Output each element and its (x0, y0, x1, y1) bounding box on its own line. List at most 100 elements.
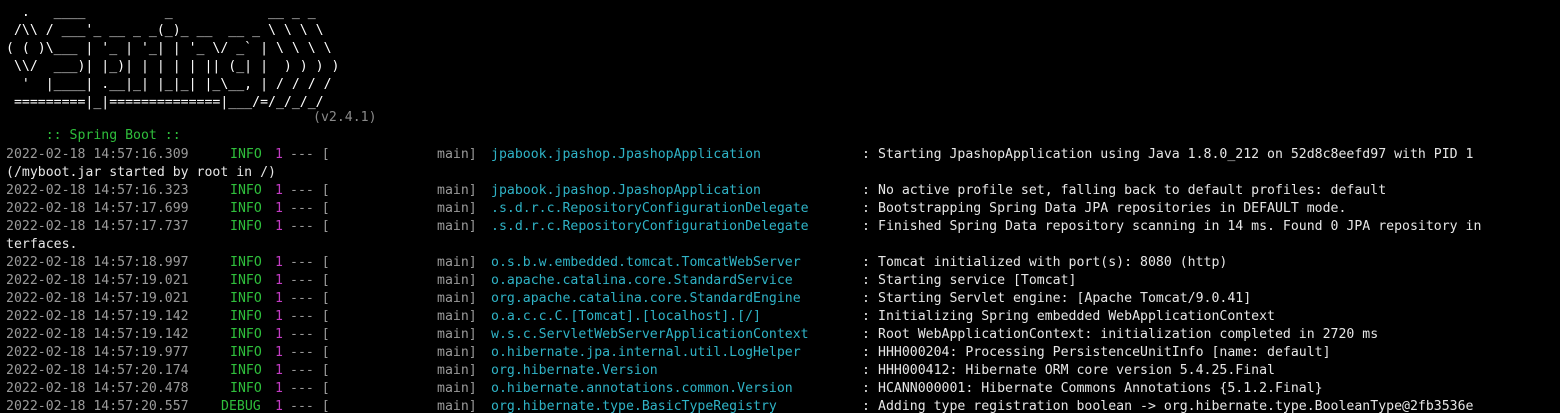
log-thread: main] (437, 345, 477, 360)
log-pid: 1 (275, 255, 283, 270)
log-thread: main] (437, 363, 477, 378)
log-thread: main] (437, 201, 477, 216)
log-logger-name: jpabook.jpashop.JpashopApplication (491, 183, 761, 198)
log-timestamp: 2022-02-18 14:57:16.309 (6, 147, 189, 162)
log-thread: main] (437, 327, 477, 342)
log-logger-name: o.a.c.c.C.[Tomcat].[localhost].[/] (491, 309, 761, 324)
log-timestamp: 2022-02-18 14:57:19.021 (6, 273, 189, 288)
terminal-window[interactable]: . ____ _ __ _ _ /\\ / ___'_ __ _ _(_)_ _… (0, 0, 1560, 413)
log-message: Root WebApplicationContext: initializati… (878, 327, 1379, 342)
log-message: Starting JpashopApplication using Java 1… (878, 147, 1474, 162)
log-colon: : (862, 363, 870, 378)
log-thread: main] (437, 147, 477, 162)
log-timestamp: 2022-02-18 14:57:20.478 (6, 381, 189, 396)
log-logger-name: .s.d.r.c.RepositoryConfigurationDelegate (491, 219, 809, 234)
log-pid: 1 (275, 309, 283, 324)
log-level: INFO (230, 327, 262, 342)
log-line: 2022-02-18 14:57:20.174 INFO 1 --- [main] or… (0, 362, 1560, 380)
log-thread: main] (437, 183, 477, 198)
log-colon: : (862, 147, 870, 162)
log-pid: 1 (275, 147, 283, 162)
log-separator: --- [ (290, 147, 330, 162)
log-colon: : (862, 255, 870, 270)
log-continuation: (/myboot.jar started by root in /) (6, 165, 276, 180)
log-line: (/myboot.jar started by root in /) (0, 164, 1560, 182)
log-line: 2022-02-18 14:57:18.997 INFO 1 --- [main] o.… (0, 254, 1560, 272)
log-line: 2022-02-18 14:57:19.142 INFO 1 --- [ main] w.… (0, 326, 1560, 344)
log-level: INFO (230, 147, 262, 162)
log-message: HHH000204: Processing PersistenceUnitInf… (878, 345, 1331, 360)
log-pid: 1 (275, 219, 283, 234)
log-line: 2022-02-18 14:57:16.323 INFO 1 --- [main] jp… (0, 182, 1560, 200)
log-level: INFO (230, 291, 262, 306)
log-pid: 1 (275, 381, 283, 396)
log-message: Starting service [Tomcat] (878, 273, 1077, 288)
log-separator: --- [ (290, 381, 330, 396)
log-level: INFO (230, 255, 262, 270)
log-colon: : (862, 183, 870, 198)
log-message: Bootstrapping Spring Data JPA repositori… (878, 201, 1347, 216)
log-logger-name: jpabook.jpashop.JpashopApplication (491, 147, 761, 162)
log-pid: 1 (275, 399, 283, 413)
log-thread: main] (437, 381, 477, 396)
log-message: HHH000412: Hibernate ORM core version 5.… (878, 363, 1275, 378)
log-pid: 1 (275, 345, 283, 360)
log-line: 2022-02-18 14:57:17.699 INFO 1 --- [main] .s… (0, 200, 1560, 218)
log-timestamp: 2022-02-18 14:57:20.557 (6, 399, 189, 413)
log-logger-name: org.apache.catalina.core.StandardEngine (491, 291, 801, 306)
log-logger-name: o.s.b.w.embedded.tomcat.TomcatWebServer (491, 255, 801, 270)
log-pid: 1 (275, 363, 283, 378)
log-colon: : (862, 399, 870, 413)
log-message: Tomcat initialized with port(s): 8080 (h… (878, 255, 1228, 270)
log-separator: --- [ (290, 273, 330, 288)
log-colon: : (862, 219, 870, 234)
log-timestamp: 2022-02-18 14:57:16.323 (6, 183, 189, 198)
log-timestamp: 2022-02-18 14:57:17.699 (6, 201, 189, 216)
log-level: INFO (230, 309, 262, 324)
log-thread: main] (437, 291, 477, 306)
log-thread: main] (437, 219, 477, 234)
log-line: terfaces. (0, 236, 1560, 254)
log-logger-name: o.apache.catalina.core.StandardService (491, 273, 793, 288)
log-logger-name: o.hibernate.jpa.internal.util.LogHelper (491, 345, 801, 360)
log-timestamp: 2022-02-18 14:57:19.142 (6, 327, 189, 342)
log-line: 2022-02-18 14:57:16.309 INFO 1 --- [ main] jp… (0, 146, 1560, 164)
log-logger-name: org.hibernate.Version (491, 363, 658, 378)
log-separator: --- [ (290, 327, 330, 342)
log-colon: : (862, 381, 870, 396)
log-line: 2022-02-18 14:57:20.557 DEBUG 1 --- [ main] o… (0, 398, 1560, 413)
log-pid: 1 (275, 201, 283, 216)
log-thread: main] (437, 399, 477, 413)
log-thread: main] (437, 309, 477, 324)
log-separator: --- [ (290, 399, 330, 413)
log-message: Initializing Spring embedded WebApplicat… (878, 309, 1275, 324)
log-level: DEBUG (221, 399, 261, 413)
log-message: Adding type registration boolean -> org.… (878, 399, 1474, 413)
log-colon: : (862, 291, 870, 306)
log-line: 2022-02-18 14:57:17.737 INFO 1 --- [main] .s… (0, 218, 1560, 236)
log-line: 2022-02-18 14:57:19.977 INFO 1 --- [main] o.… (0, 344, 1560, 362)
log-logger-name: w.s.c.ServletWebServerApplicationContext (491, 327, 809, 342)
log-logger-name: org.hibernate.type.BasicTypeRegistry (491, 399, 777, 413)
log-level: INFO (230, 345, 262, 360)
log-message: Starting Servlet engine: [Apache Tomcat/… (878, 291, 1252, 306)
log-colon: : (862, 345, 870, 360)
log-pid: 1 (275, 183, 283, 198)
log-timestamp: 2022-02-18 14:57:17.737 (6, 219, 189, 234)
log-logger-name: .s.d.r.c.RepositoryConfigurationDelegate (491, 201, 809, 216)
log-message: Finished Spring Data repository scanning… (878, 219, 1482, 234)
log-message: HCANN000001: Hibernate Commons Annotatio… (878, 381, 1323, 396)
log-separator: --- [ (290, 201, 330, 216)
log-message: No active profile set, falling back to d… (878, 183, 1387, 198)
log-level: INFO (230, 219, 262, 234)
log-separator: --- [ (290, 183, 330, 198)
log-colon: : (862, 309, 870, 324)
log-timestamp: 2022-02-18 14:57:20.174 (6, 363, 189, 378)
log-continuation: terfaces. (6, 237, 78, 252)
log-level: INFO (230, 381, 262, 396)
log-timestamp: 2022-02-18 14:57:19.021 (6, 291, 189, 306)
log-pid: 1 (275, 327, 283, 342)
log-pid: 1 (275, 291, 283, 306)
log-level: INFO (230, 273, 262, 288)
log-line: 2022-02-18 14:57:19.021 INFO 1 --- [main] or… (0, 290, 1560, 308)
